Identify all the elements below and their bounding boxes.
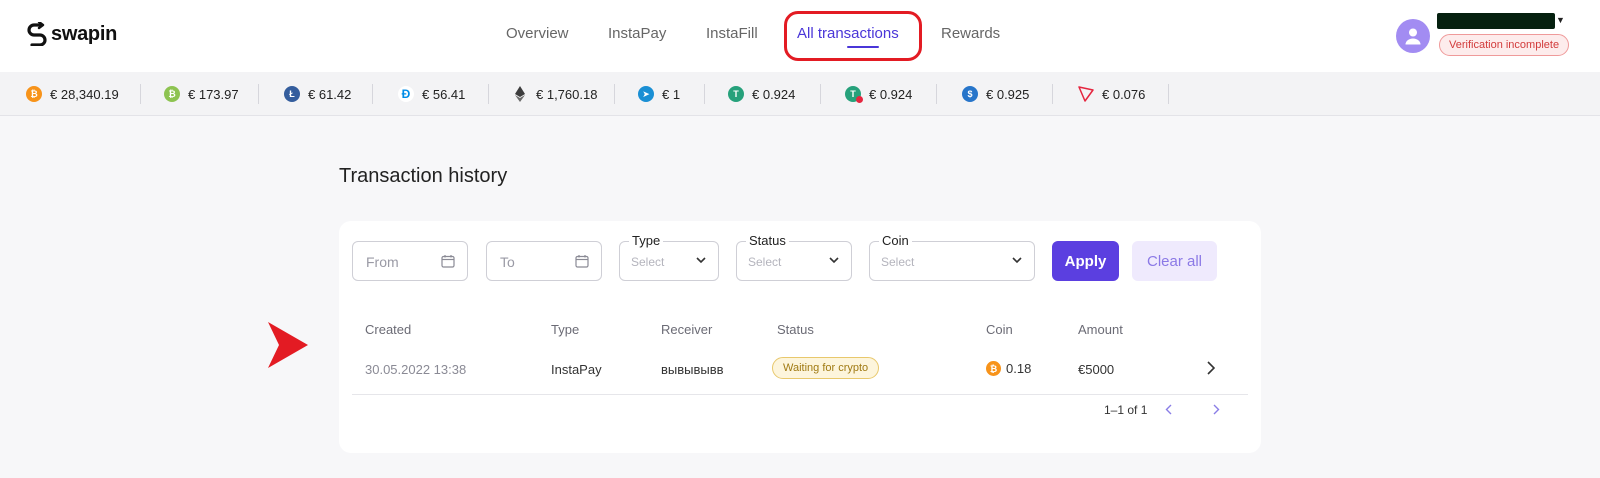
top-header: swapin Overview InstaPay InstaFill All t…	[0, 0, 1600, 72]
ticker-price: € 28,340.19	[50, 86, 119, 102]
type-select-value: Select	[631, 255, 665, 269]
ticker-item: T € 0.924	[728, 72, 795, 116]
dash-icon: Đ	[398, 86, 414, 102]
main-nav: Overview InstaPay InstaFill All transact…	[0, 0, 1600, 72]
cell-coin: ₿ 0.18	[986, 361, 1031, 376]
ticker-item: Đ € 56.41	[398, 72, 465, 116]
ticker-divider	[488, 84, 489, 104]
nav-rewards[interactable]: Rewards	[941, 25, 1000, 42]
annotation-arrow-icon	[268, 322, 308, 368]
annotation-highlight-circle	[784, 11, 922, 61]
status-select[interactable]: Status Select	[736, 233, 852, 281]
cell-coin-amount: 0.18	[1006, 361, 1032, 376]
coin-select-value: Select	[881, 255, 915, 269]
column-header-amount: Amount	[1078, 322, 1123, 337]
tether-icon: T	[728, 86, 744, 102]
calendar-icon[interactable]	[575, 254, 589, 268]
column-header-type: Type	[551, 322, 580, 337]
ticker-price: € 173.97	[188, 86, 239, 102]
ticker-item: € 0.076	[1078, 72, 1145, 116]
ticker-divider	[1168, 84, 1169, 104]
chevron-down-icon[interactable]	[696, 257, 706, 264]
type-select-label: Type	[629, 233, 664, 248]
ticker-divider	[936, 84, 937, 104]
ticker-price: € 0.924	[869, 86, 913, 102]
from-date-input[interactable]: From	[352, 241, 468, 281]
ticker-price: € 0.925	[986, 86, 1030, 102]
apply-button[interactable]: Apply	[1052, 241, 1119, 281]
column-header-created: Created	[365, 322, 412, 337]
coin-select-label: Coin	[879, 233, 912, 248]
ticker-item: ₿ € 173.97	[164, 72, 239, 116]
ticker-item: $ € 0.925	[962, 72, 1029, 116]
stellar-icon: ➤	[638, 86, 654, 102]
type-select[interactable]: Type Select	[619, 233, 719, 281]
calendar-icon[interactable]	[441, 254, 455, 268]
chevron-down-icon[interactable]	[829, 257, 839, 264]
ticker-divider	[258, 84, 259, 104]
ticker-item: ➤ € 1	[638, 72, 680, 116]
bitcoin-icon: ₿	[986, 361, 1001, 376]
clear-all-button[interactable]: Clear all	[1132, 241, 1217, 281]
to-date-input[interactable]: To	[486, 241, 602, 281]
ticker-price: € 1,760.18	[536, 86, 598, 102]
chevron-down-icon[interactable]	[1012, 257, 1022, 264]
column-header-coin: Coin	[986, 322, 1013, 337]
column-header-status: Status	[777, 322, 814, 337]
transactions-card: From To Type Select Status Select Coin S…	[339, 221, 1261, 453]
chevron-right-icon[interactable]	[1207, 361, 1215, 375]
bitcoin-cash-icon: ₿	[164, 86, 180, 102]
table-row[interactable]: 30.05.2022 13:38 InstaPay вывывывв Waiti…	[352, 345, 1248, 395]
tether-tron-icon: T	[845, 86, 863, 103]
price-ticker: ₿ € 28,340.19 ₿ € 173.97 Ł € 61.42 Đ € 5…	[0, 72, 1600, 116]
usd-coin-icon: $	[962, 86, 978, 102]
cell-created: 30.05.2022 13:38	[365, 362, 467, 377]
ticker-price: € 61.42	[308, 86, 352, 102]
redacted-username[interactable]	[1437, 13, 1555, 29]
status-select-value: Select	[748, 255, 782, 269]
tron-icon	[1078, 86, 1094, 102]
ticker-divider	[704, 84, 705, 104]
cell-type: InstaPay	[551, 362, 602, 377]
pagination-label: 1–1 of 1	[1104, 403, 1148, 417]
ticker-divider	[372, 84, 373, 104]
ticker-item: € 1,760.18	[512, 72, 597, 116]
cell-receiver: вывывывв	[661, 362, 724, 377]
ticker-divider	[140, 84, 141, 104]
status-select-label: Status	[746, 233, 789, 248]
ticker-price: € 0.924	[752, 86, 796, 102]
page-title: Transaction history	[339, 165, 508, 187]
chevron-left-icon[interactable]	[1165, 404, 1172, 415]
ticker-price: € 0.076	[1102, 86, 1146, 102]
nav-instapay[interactable]: InstaPay	[608, 25, 666, 42]
column-header-receiver: Receiver	[661, 322, 713, 337]
ticker-item: Ł € 61.42	[284, 72, 351, 116]
to-date-placeholder: To	[500, 254, 515, 270]
user-avatar[interactable]	[1396, 19, 1430, 53]
ticker-item: T € 0.924	[845, 72, 912, 116]
status-badge: Waiting for crypto	[772, 357, 880, 379]
ticker-divider	[1052, 84, 1053, 104]
from-date-placeholder: From	[366, 254, 399, 270]
ticker-price: € 1	[662, 86, 681, 102]
verification-badge[interactable]: Verification incomplete	[1439, 34, 1570, 56]
ticker-item: ₿ € 28,340.19	[26, 72, 119, 116]
ticker-divider	[614, 84, 615, 104]
nav-instafill[interactable]: InstaFill	[706, 25, 758, 42]
bitcoin-icon: ₿	[26, 86, 42, 102]
user-icon	[1405, 28, 1421, 45]
ticker-price: € 56.41	[422, 86, 466, 102]
cell-amount: €5000	[1078, 362, 1115, 377]
ethereum-icon	[512, 86, 528, 102]
nav-overview[interactable]: Overview	[506, 25, 569, 42]
coin-select[interactable]: Coin Select	[869, 233, 1035, 281]
chevron-down-icon[interactable]: ▼	[1556, 15, 1565, 25]
litecoin-icon: Ł	[284, 86, 300, 102]
ticker-divider	[820, 84, 821, 104]
chevron-right-icon[interactable]	[1213, 404, 1220, 415]
